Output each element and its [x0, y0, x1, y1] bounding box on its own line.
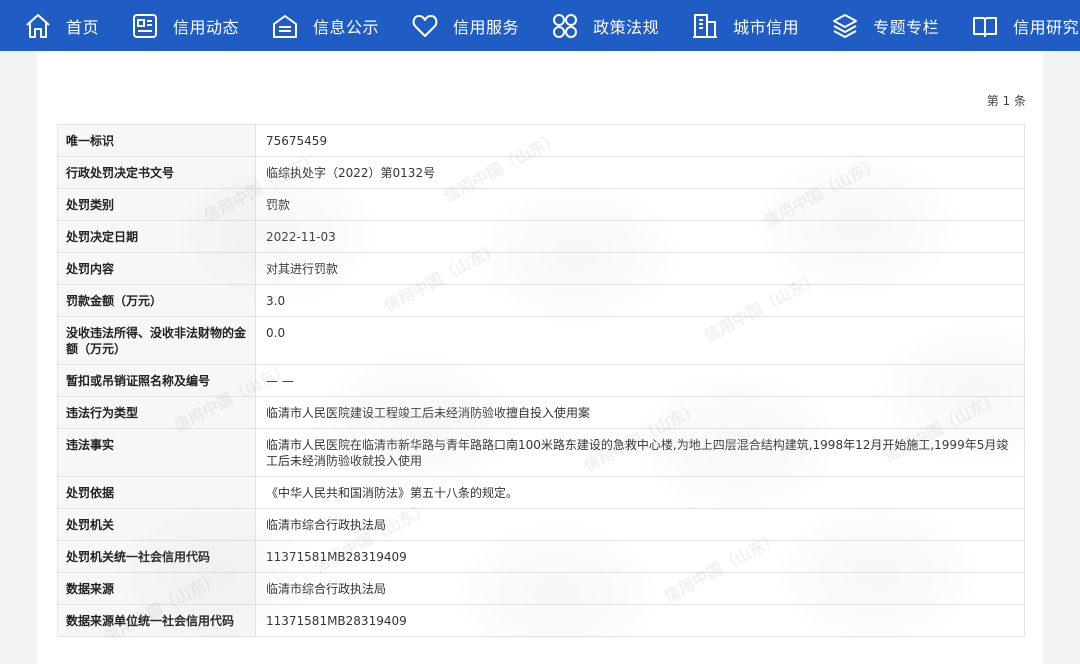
nav-label: 信息公示: [313, 17, 380, 37]
top-navigation-bar: 首页 信用动态 信息公示 信用服务 政策法规 城市信用 专题专栏 信用研究: [0, 0, 1080, 51]
field-label: 违法行为类型: [57, 396, 256, 429]
document-icon: [271, 12, 299, 40]
field-value: 3.0: [255, 284, 1025, 317]
table-row: 处罚内容 对其进行罚款: [57, 252, 1025, 285]
table-row: 处罚类别 罚款: [57, 188, 1025, 221]
field-value: 临清市综合行政执法局: [255, 508, 1025, 541]
field-value: 临清市人民医院在临清市新华路与青年路路口南100米路东建设的急救中心楼,为地上四…: [255, 428, 1025, 477]
home-icon: [24, 12, 52, 40]
field-value: — —: [255, 364, 1025, 397]
field-value: 罚款: [255, 188, 1025, 221]
nav-label: 专题专栏: [873, 17, 940, 37]
news-icon: [131, 12, 159, 40]
field-label: 没收违法所得、没收非法财物的金额（万元）: [57, 316, 256, 365]
field-value: 11371581MB28319409: [255, 540, 1025, 573]
field-label: 处罚内容: [57, 252, 256, 285]
table-row: 违法行为类型 临清市人民医院建设工程竣工后未经消防验收擅自投入使用案: [57, 396, 1025, 429]
table-row: 处罚机关统一社会信用代码 11371581MB28319409: [57, 540, 1025, 573]
nav-item-credit-service[interactable]: 信用服务: [411, 0, 519, 51]
nav-item-city-credit[interactable]: 城市信用: [691, 0, 799, 51]
table-row: 处罚决定日期 2022-11-03: [57, 220, 1025, 253]
nav-item-home[interactable]: 首页: [24, 0, 99, 51]
field-value: 临清市人民医院建设工程竣工后未经消防验收擅自投入使用案: [255, 396, 1025, 429]
nav-label: 首页: [66, 17, 100, 37]
nav-item-credit-news[interactable]: 信用动态: [131, 0, 239, 51]
nav-label: 信用动态: [173, 17, 240, 37]
table-row: 违法事实 临清市人民医院在临清市新华路与青年路路口南100米路东建设的急救中心楼…: [57, 428, 1025, 477]
nav-item-policy-law[interactable]: 政策法规: [551, 0, 659, 51]
book-icon: [971, 12, 999, 40]
field-value: 对其进行罚款: [255, 252, 1025, 285]
table-row: 数据来源单位统一社会信用代码 11371581MB28319409: [57, 604, 1025, 637]
table-row: 数据来源 临清市综合行政执法局: [57, 572, 1025, 605]
nav-label: 城市信用: [733, 17, 800, 37]
table-row: 没收违法所得、没收非法财物的金额（万元） 0.0: [57, 316, 1025, 365]
field-label: 处罚类别: [57, 188, 256, 221]
record-detail-panel: 第 1 条 唯一标识 75675459 行政处罚决定书文号 临综执处字（2022…: [37, 51, 1043, 664]
table-row: 行政处罚决定书文号 临综执处字（2022）第0132号: [57, 156, 1025, 189]
field-label: 罚款金额（万元）: [57, 284, 256, 317]
record-index: 第 1 条: [986, 94, 1026, 108]
field-value: 11371581MB28319409: [255, 604, 1025, 637]
nav-item-special-topics[interactable]: 专题专栏: [831, 0, 939, 51]
penalty-detail-table: 唯一标识 75675459 行政处罚决定书文号 临综执处字（2022）第0132…: [57, 124, 1025, 637]
field-label: 处罚机关: [57, 508, 256, 541]
table-row: 罚款金额（万元） 3.0: [57, 284, 1025, 317]
layers-icon: [831, 12, 859, 40]
field-label: 数据来源: [57, 572, 256, 605]
field-label: 行政处罚决定书文号: [57, 156, 256, 189]
field-value: 《中华人民共和国消防法》第五十八条的规定。: [255, 476, 1025, 509]
field-label: 违法事实: [57, 428, 256, 477]
nav-label: 政策法规: [593, 17, 660, 37]
nav-label: 信用服务: [453, 17, 520, 37]
field-value: 0.0: [255, 316, 1025, 365]
field-label: 唯一标识: [57, 124, 256, 157]
nav-label: 信用研究: [1013, 17, 1080, 37]
field-label: 处罚依据: [57, 476, 256, 509]
field-label: 处罚机关统一社会信用代码: [57, 540, 256, 573]
grid-icon: [551, 12, 579, 40]
nav-item-credit-research[interactable]: 信用研究: [971, 0, 1079, 51]
table-row: 唯一标识 75675459: [57, 124, 1025, 157]
table-row: 处罚依据 《中华人民共和国消防法》第五十八条的规定。: [57, 476, 1025, 509]
field-label: 处罚决定日期: [57, 220, 256, 253]
table-row: 暂扣或吊销证照名称及编号 — —: [57, 364, 1025, 397]
table-row: 处罚机关 临清市综合行政执法局: [57, 508, 1025, 541]
heart-icon: [411, 12, 439, 40]
nav-item-info-publicity[interactable]: 信息公示: [271, 0, 379, 51]
building-icon: [691, 12, 719, 40]
field-value: 临清市综合行政执法局: [255, 572, 1025, 605]
field-label: 暂扣或吊销证照名称及编号: [57, 364, 256, 397]
field-value: 临综执处字（2022）第0132号: [255, 156, 1025, 189]
field-value: 2022-11-03: [255, 220, 1025, 253]
field-value: 75675459: [255, 124, 1025, 157]
field-label: 数据来源单位统一社会信用代码: [57, 604, 256, 637]
